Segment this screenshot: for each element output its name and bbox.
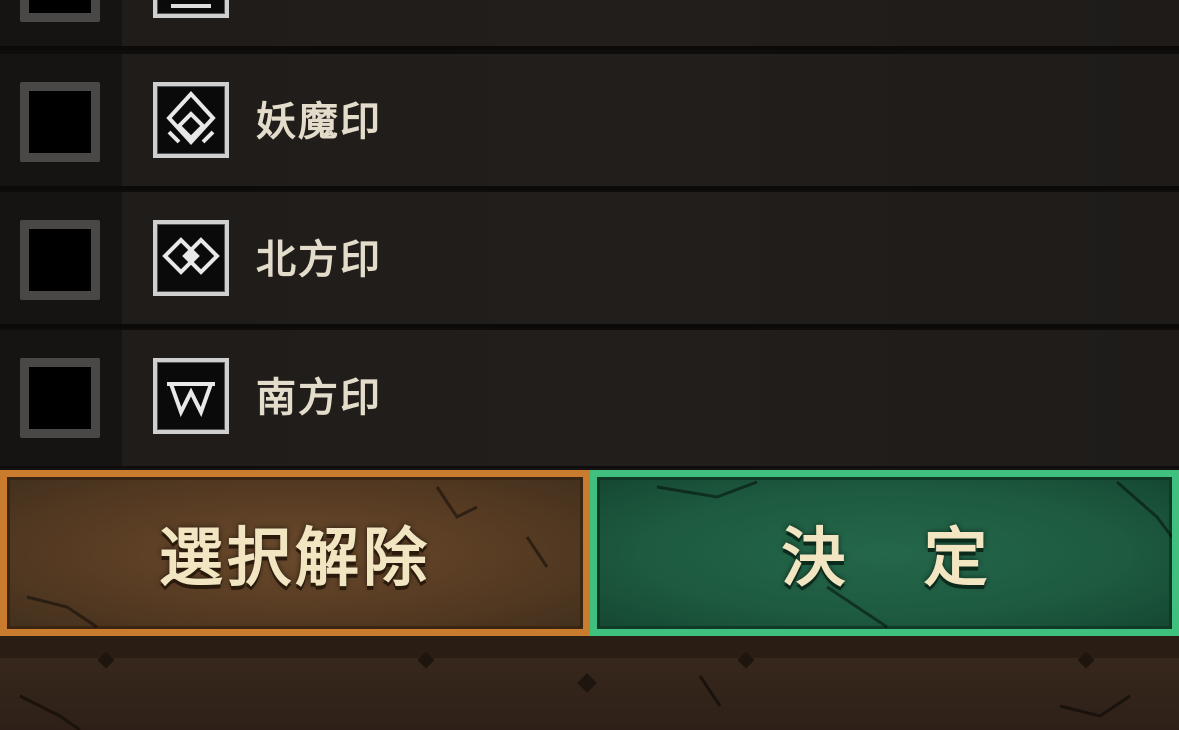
clear-selection-label: 選択解除: [159, 522, 431, 596]
clear-selection-button[interactable]: 選択解除: [0, 470, 590, 636]
list-row-north[interactable]: 北方印: [0, 192, 1179, 328]
checkbox[interactable]: [20, 0, 100, 22]
checkbox-yoma[interactable]: [20, 82, 100, 162]
north-seal-icon: [153, 220, 229, 296]
yoma-seal-icon: [153, 82, 229, 158]
south-seal-glyph-icon: [167, 382, 215, 418]
checkbox-north[interactable]: [20, 220, 100, 300]
yoma-seal-glyph-icon: [166, 91, 216, 145]
checkbox-south[interactable]: [20, 358, 100, 438]
north-seal-glyph-icon: [162, 237, 220, 275]
seal-filter-list: 妖魔印 北方印 南方印: [0, 0, 1179, 468]
list-row-yoma[interactable]: 妖魔印: [0, 54, 1179, 190]
footer-panel: [0, 636, 1179, 730]
seal-icon: [153, 0, 229, 18]
confirm-button[interactable]: 決 定: [590, 470, 1179, 636]
row-label: 妖魔印: [256, 99, 382, 145]
south-seal-icon: [153, 358, 229, 434]
list-row-south[interactable]: 南方印: [0, 330, 1179, 466]
row-label: 北方印: [256, 237, 382, 283]
confirm-label: 決 定: [781, 522, 1016, 596]
list-row-partial[interactable]: [0, 0, 1179, 50]
row-label: 南方印: [256, 375, 382, 421]
footer-ornament-pattern: [19, 651, 1131, 730]
seal-glyph-icon: [171, 4, 211, 8]
